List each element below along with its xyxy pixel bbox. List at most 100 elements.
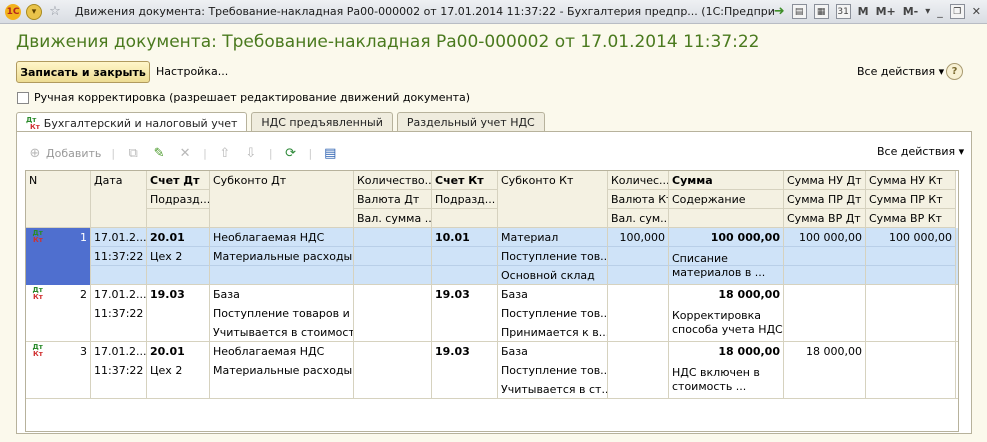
cell-sum-nu-debit[interactable] — [784, 380, 866, 399]
cell-quantity-debit[interactable] — [354, 361, 432, 380]
column-header-quantity-debit[interactable]: Количество... — [354, 171, 432, 190]
column-header-quantity-debit[interactable]: Вал. сумма ... — [354, 209, 432, 228]
cell-subconto-debit[interactable] — [210, 266, 354, 285]
cell-sum-nu-credit[interactable] — [866, 285, 956, 304]
cell-sum-nu-debit[interactable] — [784, 361, 866, 380]
cell-sum-nu-credit[interactable] — [866, 266, 956, 285]
column-header-sum-nu-credit[interactable]: Сумма ПР Кт — [866, 190, 956, 209]
cell-date[interactable] — [91, 266, 147, 285]
cell-subconto-debit[interactable]: Материальные расходы — [210, 361, 354, 380]
cell-sum-nu-debit[interactable]: 18 000,00 — [784, 342, 866, 361]
cell-quantity-debit[interactable] — [354, 228, 432, 247]
output-list-icon[interactable]: ▤ — [322, 145, 338, 161]
cell-sum-nu-credit[interactable] — [866, 342, 956, 361]
column-header-sum-nu-credit[interactable]: Сумма ВР Кт — [866, 209, 956, 228]
column-header-number[interactable] — [26, 209, 91, 228]
cell-date[interactable]: 17.01.2... — [91, 285, 147, 304]
print-icon[interactable]: ▤ — [791, 4, 807, 19]
cell-quantity-debit[interactable] — [354, 304, 432, 323]
cell-quantity-credit[interactable] — [608, 247, 669, 266]
cell-credit-account[interactable] — [432, 247, 498, 266]
cell-sum-nu-credit[interactable] — [866, 380, 956, 399]
memory-button-m-minus[interactable]: M- — [903, 5, 919, 18]
cell-sum-nu-debit[interactable]: 100 000,00 — [784, 228, 866, 247]
cell-sum-nu-debit[interactable] — [784, 247, 866, 266]
manual-adjust-checkbox[interactable] — [17, 91, 29, 104]
cell-quantity-credit[interactable] — [608, 342, 669, 361]
cell-sum-nu-debit[interactable] — [784, 304, 866, 323]
column-header-sum[interactable]: Содержание — [669, 190, 784, 209]
column-header-number[interactable]: N — [26, 171, 91, 190]
cell-quantity-credit[interactable] — [608, 304, 669, 323]
column-header-sum-nu-credit[interactable]: Сумма НУ Кт — [866, 171, 956, 190]
cell-subconto-debit[interactable]: База — [210, 285, 354, 304]
cell-quantity-debit[interactable] — [354, 323, 432, 342]
cell-subconto-debit[interactable]: Поступление товаров и ... — [210, 304, 354, 323]
memory-button-m[interactable]: M — [858, 5, 869, 18]
cell-sum[interactable]: 18 000,00 — [669, 342, 784, 361]
cell-number[interactable] — [26, 361, 91, 380]
cell-sum[interactable]: НДС включен в — [669, 361, 784, 380]
edit-pencil-icon[interactable]: ✎ — [151, 145, 167, 161]
cell-quantity-credit[interactable] — [608, 361, 669, 380]
cell-subconto-debit[interactable]: Учитывается в стоимости — [210, 323, 354, 342]
tab-accounting[interactable]: Дт Кт Бухгалтерский и налоговый учет — [16, 112, 248, 133]
cell-number[interactable] — [26, 266, 91, 285]
cell-number[interactable] — [26, 323, 91, 342]
cell-debit-account[interactable]: Цех 2 — [147, 361, 210, 380]
column-header-date[interactable] — [91, 190, 147, 209]
cell-date[interactable]: 17.01.2... — [91, 228, 147, 247]
cell-sum[interactable]: способа учета НДС — [669, 323, 784, 342]
all-actions-menu[interactable]: Все действия ▾ — [857, 65, 944, 78]
column-header-credit-account[interactable] — [432, 209, 498, 228]
cell-quantity-credit[interactable] — [608, 380, 669, 399]
table-all-actions-menu[interactable]: Все действия ▾ — [877, 145, 964, 158]
cell-subconto-credit[interactable]: Поступление тов... — [498, 247, 608, 266]
table-row[interactable]: Дт Кт 2 17.01.2... 19.03 База 19.03 База 18 000,… — [26, 285, 958, 342]
column-header-debit-account[interactable] — [147, 209, 210, 228]
move-up-icon[interactable]: ⇧ — [217, 145, 233, 161]
main-menu-icon[interactable]: ▾ — [26, 3, 42, 20]
window-menu-icon[interactable]: ▾ — [925, 6, 930, 17]
cell-subconto-credit[interactable]: Принимается к в... — [498, 323, 608, 342]
cell-quantity-debit[interactable] — [354, 247, 432, 266]
column-header-quantity-credit[interactable]: Вал. сум... — [608, 209, 669, 228]
cell-sum[interactable]: 18 000,00 — [669, 285, 784, 304]
column-header-subconto-debit[interactable] — [210, 209, 354, 228]
column-header-date[interactable] — [91, 209, 147, 228]
cell-subconto-debit[interactable]: Материальные расходы — [210, 247, 354, 266]
cell-date[interactable]: 11:37:22 — [91, 247, 147, 266]
column-header-quantity-debit[interactable]: Валюта Дт — [354, 190, 432, 209]
cell-subconto-debit[interactable] — [210, 380, 354, 399]
cell-credit-account[interactable] — [432, 380, 498, 399]
cell-credit-account[interactable] — [432, 266, 498, 285]
cell-debit-account[interactable]: 20.01 — [147, 228, 210, 247]
cell-quantity-debit[interactable] — [354, 266, 432, 285]
cell-subconto-credit[interactable]: Учитывается в ст... — [498, 380, 608, 399]
cell-sum-nu-credit[interactable]: 100 000,00 — [866, 228, 956, 247]
memory-button-m-plus[interactable]: M+ — [876, 5, 896, 18]
column-header-quantity-credit[interactable]: Количес... — [608, 171, 669, 190]
setup-link[interactable]: Настройка... — [156, 65, 228, 78]
column-header-sum-nu-debit[interactable]: Сумма ПР Дт — [784, 190, 866, 209]
column-header-subconto-credit[interactable] — [498, 209, 608, 228]
cell-quantity-debit[interactable] — [354, 285, 432, 304]
cell-debit-account[interactable]: Цех 2 — [147, 247, 210, 266]
add-to-favorites-icon[interactable]: ➜ — [774, 4, 785, 19]
cell-subconto-credit[interactable]: Поступление тов... — [498, 361, 608, 380]
save-and-close-button[interactable]: Записать и закрыть — [16, 61, 150, 83]
cell-sum-nu-debit[interactable] — [784, 323, 866, 342]
cell-quantity-debit[interactable] — [354, 380, 432, 399]
cell-sum-nu-credit[interactable] — [866, 361, 956, 380]
restore-icon[interactable]: ❐ — [949, 4, 965, 19]
cell-credit-account[interactable] — [432, 304, 498, 323]
table-row[interactable]: Дт Кт 3 17.01.2... 20.01 Необлагаемая НДС 19.0… — [26, 342, 958, 399]
cell-quantity-credit[interactable]: 100,000 — [608, 228, 669, 247]
cell-sum-nu-debit[interactable] — [784, 266, 866, 285]
cell-debit-account[interactable] — [147, 266, 210, 285]
column-header-debit-account[interactable]: Счет Дт — [147, 171, 210, 190]
cell-sum-nu-credit[interactable] — [866, 323, 956, 342]
cell-quantity-credit[interactable] — [608, 285, 669, 304]
cell-subconto-credit[interactable]: База — [498, 285, 608, 304]
cell-subconto-credit[interactable]: База — [498, 342, 608, 361]
